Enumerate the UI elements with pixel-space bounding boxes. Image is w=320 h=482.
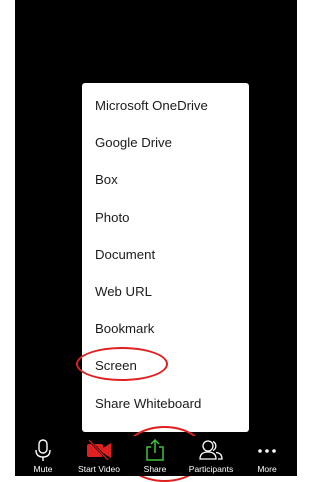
start-video-button[interactable]: Start Video	[71, 436, 127, 476]
more-button[interactable]: More	[239, 436, 295, 476]
microphone-icon	[30, 438, 56, 462]
more-dots-icon	[254, 438, 280, 462]
participants-icon	[198, 438, 224, 462]
meeting-toolbar: Mute Start Video Share Participants More	[15, 436, 297, 476]
menu-item-document[interactable]: Document	[82, 236, 249, 273]
menu-item-photo[interactable]: Photo	[82, 199, 249, 236]
menu-item-web-url[interactable]: Web URL	[82, 273, 249, 310]
mute-button[interactable]: Mute	[15, 436, 71, 476]
participants-button[interactable]: Participants	[183, 436, 239, 476]
menu-item-bookmark[interactable]: Bookmark	[82, 310, 249, 347]
video-camera-off-icon	[86, 438, 112, 462]
participants-label: Participants	[188, 464, 234, 474]
menu-item-google-drive[interactable]: Google Drive	[82, 124, 249, 161]
share-button[interactable]: Share	[127, 436, 183, 476]
more-label: More	[257, 464, 277, 474]
mute-label: Mute	[33, 464, 53, 474]
share-menu: Microsoft OneDrive Google Drive Box Phot…	[82, 83, 249, 432]
share-label: Share	[143, 464, 167, 474]
menu-item-box[interactable]: Box	[82, 161, 249, 198]
menu-item-microsoft-onedrive[interactable]: Microsoft OneDrive	[82, 87, 249, 124]
menu-item-share-whiteboard[interactable]: Share Whiteboard	[82, 385, 249, 422]
menu-item-screen[interactable]: Screen	[82, 347, 249, 384]
start-video-label: Start Video	[78, 464, 120, 474]
share-upload-icon	[142, 438, 168, 462]
